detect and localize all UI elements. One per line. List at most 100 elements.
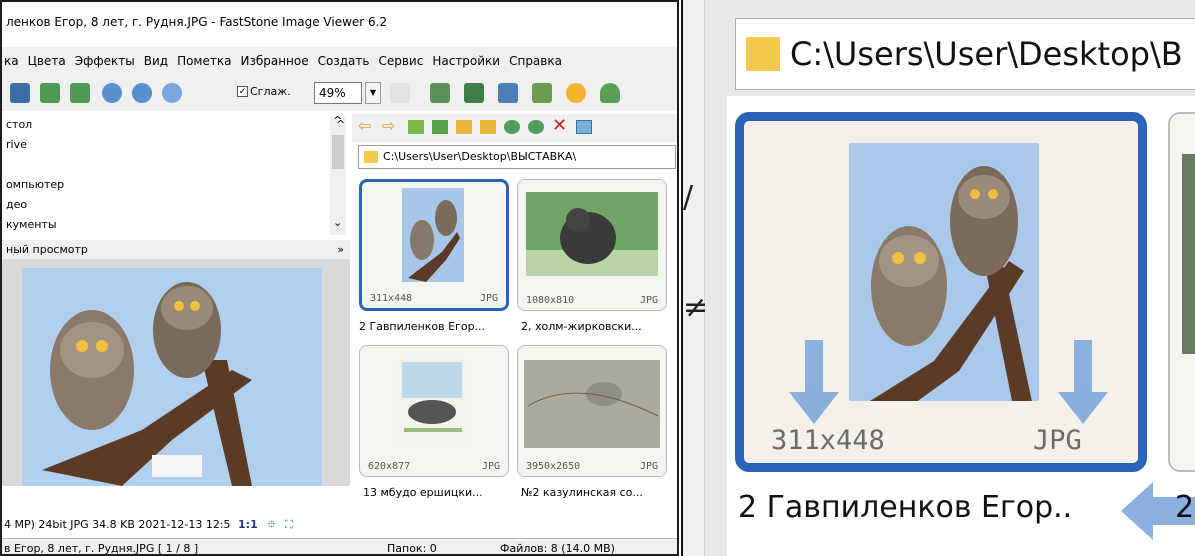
compare-icon[interactable] — [464, 83, 484, 103]
menu-item[interactable]: Создать — [318, 47, 370, 75]
checkbox-icon: ✓ — [237, 86, 248, 97]
owl-painting-image — [22, 268, 322, 486]
folder-up-icon[interactable] — [408, 120, 424, 134]
prev-image-icon[interactable] — [40, 83, 60, 103]
thumbnail-format: JPG — [639, 461, 658, 472]
delete-icon[interactable]: ✕ — [552, 115, 567, 136]
zoom-in-icon[interactable] — [102, 83, 122, 103]
tree-item[interactable]: омпьютер — [6, 178, 64, 191]
thumbnail-caption[interactable]: 13 мбудо ершицки... — [363, 486, 513, 499]
image-info-bar: 4 MP) 24bit JPG 34.8 KB 2021-12-13 12:5 … — [2, 515, 350, 535]
annotation-arrows — [789, 340, 1195, 540]
copy-icon[interactable] — [504, 120, 520, 134]
zoomed-caption: 2 Гавпиленков Егор.. — [738, 490, 1073, 525]
menu-bar: ка Цвета Эффекты Вид Пометка Избранное Создать… — [2, 47, 677, 75]
menu-item[interactable]: Цвета — [28, 47, 66, 75]
menu-item[interactable]: Эффекты — [75, 47, 135, 75]
arrow-down-icon — [805, 340, 823, 392]
scroll-down-icon[interactable]: ⌄ — [333, 216, 342, 229]
menu-item[interactable]: Настройки — [432, 47, 500, 75]
tree-item[interactable]: кументы — [6, 218, 57, 231]
next-image-icon[interactable] — [70, 83, 90, 103]
folder-tree: стол rive омпьютер део кументы — [2, 114, 350, 236]
preview-pane — [2, 260, 350, 486]
chevron-down-icon[interactable]: ▼ — [365, 82, 381, 104]
back-arrow-icon[interactable]: ⇦ — [358, 116, 371, 135]
smooth-label: Сглаж. — [250, 85, 291, 98]
thumbnail-caption[interactable]: 2, холм-жирковски... — [521, 320, 671, 333]
settings-icon[interactable] — [566, 83, 586, 103]
ratio-button[interactable]: 1:1 — [238, 518, 258, 531]
slideshow-icon[interactable] — [430, 83, 450, 103]
colors-icon[interactable] — [532, 83, 552, 103]
status-folders: Папок: 0 — [387, 542, 437, 555]
status-files: Файлов: 8 (14.0 MB) — [500, 542, 615, 555]
thumbnail-card[interactable]: 620x877 JPG — [359, 345, 509, 477]
arrow-down-icon — [789, 392, 839, 424]
menu-item[interactable]: Сервис — [378, 47, 423, 75]
arrow-down-icon — [1058, 392, 1108, 424]
menu-item[interactable]: Избранное — [240, 47, 308, 75]
thumbnail-image — [1182, 154, 1195, 354]
status-bar: в Егор, 8 лет, г. Рудня.JPG [ 1 / 8 ] Па… — [2, 538, 677, 555]
thumbnail-image — [402, 188, 464, 282]
tree-item[interactable]: стол — [6, 118, 32, 131]
menu-item[interactable]: Вид — [144, 47, 168, 75]
thumbnail-format: JPG — [639, 295, 658, 306]
hand-tool-icon[interactable] — [390, 83, 410, 103]
arrow-left-icon — [1121, 482, 1153, 540]
actual-size-icon[interactable] — [162, 83, 182, 103]
thumbnail-dimensions: 3950x2650 — [526, 461, 581, 472]
thumbnail-image — [398, 358, 466, 448]
faststone-window: ленков Егор, 8 лет, г. Рудня.JPG - FastS… — [0, 0, 679, 556]
browser-toolbar: ^ ⇦ ⇨ ✕ — [336, 114, 677, 142]
zoom-field[interactable]: 49% — [314, 82, 362, 104]
thumbnail-card[interactable]: 1080x810 JPG — [517, 179, 667, 311]
menu-item[interactable]: Пометка — [177, 47, 231, 75]
forward-arrow-icon[interactable]: ⇨ — [382, 116, 395, 135]
user-icon[interactable] — [600, 83, 620, 103]
preview-header-label: ный просмотр — [6, 243, 88, 256]
thumbnail-format: JPG — [479, 293, 498, 304]
thumbnail-image — [526, 192, 658, 276]
collapse-up-icon[interactable]: ^ — [336, 118, 345, 131]
thumbnail-format: JPG — [481, 461, 500, 472]
desktop-icon[interactable] — [432, 120, 448, 134]
collapse-icon[interactable]: » — [337, 240, 344, 260]
tree-item[interactable]: rive — [6, 138, 27, 151]
zoomed-caption-tail: 2 — [1175, 490, 1195, 525]
save-icon[interactable] — [10, 83, 30, 103]
tree-item[interactable]: део — [6, 198, 27, 211]
thumbnail-dimensions: 620x877 — [368, 461, 411, 472]
thumbnail-caption[interactable]: №2 казулинская со... — [521, 486, 671, 499]
menu-item[interactable]: ка — [4, 47, 19, 75]
image-info: 4 MP) 24bit JPG 34.8 KB 2021-12-13 12:5 — [4, 518, 231, 531]
zoomed-detail-panel: / ≠ C:\Users\User\Desktop\B 311x448 JPG … — [681, 0, 1195, 556]
new-folder-icon[interactable] — [480, 120, 496, 134]
status-filename: в Егор, 8 лет, г. Рудня.JPG [ 1 / 8 ] — [4, 542, 199, 555]
zoom-out-icon[interactable] — [132, 83, 152, 103]
favorites-icon[interactable] — [456, 120, 472, 134]
menu-item[interactable]: Справка — [509, 47, 562, 75]
move-icon[interactable] — [528, 120, 544, 134]
thumbnail-dimensions: 1080x810 — [526, 295, 575, 306]
thumbnail-card[interactable]: 3950x2650 JPG — [517, 345, 667, 477]
window-title: ленков Егор, 8 лет, г. Рудня.JPG - FastS… — [2, 2, 677, 42]
scroll-thumb[interactable] — [332, 135, 344, 169]
zoomed-format: JPG — [1033, 425, 1082, 456]
thumbnail-image — [524, 360, 660, 448]
fullscreen-icon[interactable]: ⛶ — [285, 518, 293, 531]
path-field[interactable]: C:\Users\User\Desktop\ВЫСТАВКА\ — [358, 145, 676, 169]
arrow-down-icon — [1074, 340, 1092, 392]
smooth-checkbox[interactable]: ✓ Сглаж. — [237, 85, 291, 98]
thumbnail-dimensions: 311x448 — [370, 293, 413, 304]
thumbnail-card[interactable]: 311x448 JPG — [359, 179, 509, 311]
fit-icon[interactable]: ⯐ — [267, 518, 275, 531]
folder-icon — [364, 151, 378, 163]
path-text: C:\Users\User\Desktop\ВЫСТАВКА\ — [383, 150, 577, 163]
zoomed-dimensions: 311x448 — [771, 425, 885, 456]
thumbnail-caption[interactable]: 2 Гавпиленков Егор... — [359, 320, 509, 333]
preview-header: ный просмотр » — [2, 240, 350, 260]
view-mode-icon[interactable] — [576, 120, 592, 134]
edit-icon[interactable] — [498, 83, 518, 103]
